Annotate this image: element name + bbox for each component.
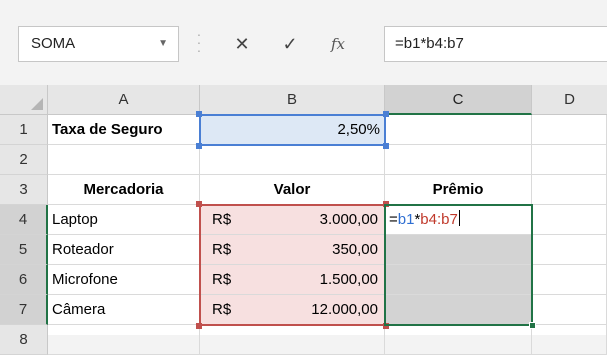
insert-function-button[interactable]: fx [320,26,356,62]
row-header-4[interactable]: 4 [0,205,48,235]
fx-icon: fx [330,35,345,53]
cell-a5[interactable]: Roteador [48,235,200,265]
spreadsheet-grid: A B C D 1 2 3 4 5 6 7 8 Taxa de Seguro 2… [0,85,607,355]
row-header-8[interactable]: 8 [0,325,48,355]
resize-handle[interactable] [196,111,202,117]
cell-d4[interactable] [532,205,607,235]
close-icon: ✕ [234,34,250,54]
cell-a8[interactable] [48,325,200,355]
cell-d3[interactable] [532,175,607,205]
fill-handle[interactable] [529,322,536,329]
cell-b8[interactable] [200,325,385,355]
cell-a6[interactable]: Microfone [48,265,200,295]
reference-highlight-b4-b7 [199,204,386,326]
splitter-dots-icon[interactable]: · · · [196,27,202,58]
cell-a1[interactable]: Taxa de Seguro [48,115,200,145]
row-header-5[interactable]: 5 [0,235,48,265]
cell-c2[interactable] [385,145,532,175]
cell-a2[interactable] [48,145,200,175]
column-header-b[interactable]: B [200,85,385,115]
reference-highlight-b1 [199,114,386,146]
cell-c8[interactable] [385,325,532,355]
cell-c1[interactable] [385,115,532,145]
resize-handle[interactable] [196,143,202,149]
cancel-button[interactable]: ✕ [224,26,260,62]
selection-range-c4-c7 [384,204,533,326]
row-header-1[interactable]: 1 [0,115,48,145]
cell-d5[interactable] [532,235,607,265]
cell-d2[interactable] [532,145,607,175]
cell-a7[interactable]: Câmera [48,295,200,325]
resize-handle[interactable] [196,201,202,207]
cell-d6[interactable] [532,265,607,295]
cell-b3[interactable]: Valor [200,175,385,205]
chevron-down-icon[interactable]: ▼ [158,27,168,61]
corner-triangle-icon [31,98,43,110]
row-header-7[interactable]: 7 [0,295,48,325]
check-icon: ✓ [282,34,298,54]
cell-a4[interactable]: Laptop [48,205,200,235]
cell-d7[interactable] [532,295,607,325]
formula-text: =b1*b4:b7 [395,35,464,52]
resize-handle[interactable] [383,111,389,117]
cell-d8[interactable] [532,325,607,355]
cell-a3[interactable]: Mercadoria [48,175,200,205]
resize-handle[interactable] [196,323,202,329]
row-header-3[interactable]: 3 [0,175,48,205]
select-all-corner[interactable] [0,85,48,115]
column-header-c[interactable]: C [385,85,532,115]
formula-input[interactable]: =b1*b4:b7 [384,26,607,62]
cell-c3[interactable]: Prêmio [385,175,532,205]
column-header-d[interactable]: D [532,85,607,115]
enter-button[interactable]: ✓ [272,26,308,62]
resize-handle[interactable] [383,143,389,149]
cell-b2[interactable] [200,145,385,175]
row-header-6[interactable]: 6 [0,265,48,295]
name-box-value: SOMA [31,35,76,52]
name-box[interactable]: SOMA ▼ [18,26,179,62]
column-header-a[interactable]: A [48,85,200,115]
row-header-2[interactable]: 2 [0,145,48,175]
formula-bar-area: SOMA ▼ · · · ✕ ✓ fx =b1*b4:b7 [0,0,607,85]
cell-d1[interactable] [532,115,607,145]
